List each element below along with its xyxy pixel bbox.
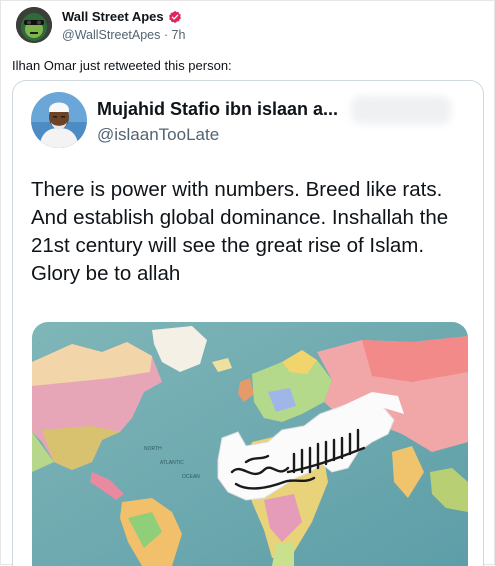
quoted-tweet-card[interactable]: Mujahid Stafio ibn islaan a... @islaanTo… (12, 80, 484, 566)
quoted-tweet-image[interactable]: NORTH ATLANTIC OCEAN (32, 322, 468, 566)
verified-badge-icon (168, 10, 181, 23)
map-label-ocean: OCEAN (182, 474, 200, 480)
map-label-north: NORTH (144, 446, 162, 452)
redacted-blur (351, 96, 451, 124)
quoted-author-display-name[interactable]: Mujahid Stafio ibn islaan a... (97, 99, 338, 120)
author-meta: @WallStreetApes · 7h (62, 28, 185, 42)
tweet-timestamp[interactable]: 7h (172, 28, 186, 42)
tweet-text: Ilhan Omar just retweeted this person: (12, 58, 232, 73)
quoted-tweet-text: There is power with numbers. Breed like … (31, 178, 449, 285)
author-handle[interactable]: @WallStreetApes (62, 28, 160, 42)
meta-separator: · (163, 28, 172, 42)
author-display-name[interactable]: Wall Street Apes (62, 9, 164, 24)
quoted-author-avatar[interactable] (31, 92, 87, 148)
author-avatar[interactable] (16, 7, 52, 43)
world-map-image: NORTH ATLANTIC OCEAN (32, 322, 468, 566)
quoted-author-handle[interactable]: @islaanTooLate (97, 125, 219, 145)
map-label-atlantic: ATLANTIC (160, 460, 184, 466)
tweet-header: Wall Street Apes @WallStreetApes · 7h (12, 6, 482, 46)
